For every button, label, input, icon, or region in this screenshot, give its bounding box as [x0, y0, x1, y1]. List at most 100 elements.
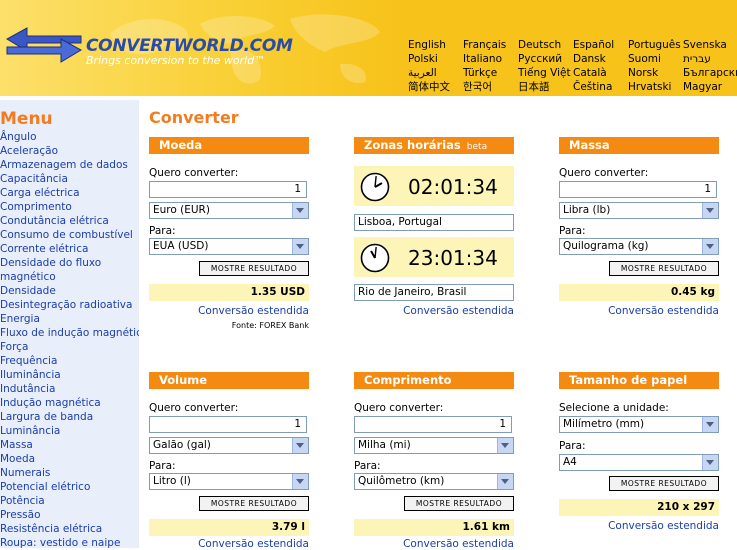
sidebar-menu-item[interactable]: Consumo de combustível [0, 228, 139, 242]
mass-amount-input[interactable]: 1 [559, 181, 717, 198]
language-link[interactable]: Português [628, 38, 681, 52]
length-from-select[interactable]: Milha (mi) [354, 437, 514, 454]
paper-unit-select[interactable]: Milímetro (mm) [559, 416, 719, 433]
length-extended-link[interactable]: Conversão estendida [403, 538, 514, 550]
language-link[interactable]: Polski [408, 52, 450, 66]
currency-from-select[interactable]: Euro (EUR) [149, 202, 309, 219]
sidebar-menu-item[interactable]: Indução magnética [0, 396, 139, 410]
time-zones-extended-link[interactable]: Conversão estendida [403, 305, 514, 317]
page-title: Converter [149, 108, 239, 127]
chevron-down-icon[interactable] [292, 438, 308, 453]
currency-amount-input[interactable]: 1 [149, 181, 307, 198]
language-link[interactable]: Español [573, 38, 614, 52]
sidebar-menu-item[interactable]: Condutância elétrica [0, 214, 139, 228]
language-link[interactable]: Hrvatski [628, 80, 681, 94]
mass-from-select[interactable]: Libra (lb) [559, 202, 719, 219]
sidebar-menu-item[interactable]: Potência [0, 494, 139, 508]
volume-extended-link[interactable]: Conversão estendida [198, 538, 309, 550]
sidebar-menu-item[interactable]: Armazenagem de dados [0, 158, 139, 172]
language-link[interactable]: Suomi [628, 52, 681, 66]
sidebar-menu-item[interactable]: Energia [0, 312, 139, 326]
sidebar-menu-item[interactable]: Força [0, 340, 139, 354]
language-link[interactable]: Български [683, 66, 737, 80]
volume-to-select[interactable]: Litro (l) [149, 473, 309, 490]
language-link[interactable]: 日本語 [518, 80, 571, 94]
volume-show-result-button[interactable]: MOSTRE RESULTADO [199, 496, 309, 511]
sidebar-menu-item[interactable]: Ângulo [0, 130, 139, 144]
language-link[interactable]: 한국어 [463, 80, 506, 94]
chevron-down-icon[interactable] [292, 239, 308, 254]
sidebar-menu-item[interactable]: Iluminância [0, 368, 139, 382]
chevron-down-icon[interactable] [497, 474, 513, 489]
language-link[interactable]: Català [573, 66, 614, 80]
language-link[interactable]: Norsk [628, 66, 681, 80]
language-link[interactable]: Čeština [573, 80, 614, 94]
sidebar-menu-item[interactable]: Largura de banda [0, 410, 139, 424]
language-column: Deutsch Русский Tiếng Việt 日本語 [518, 38, 571, 94]
language-link[interactable]: Türkçe [463, 66, 506, 80]
chevron-down-icon[interactable] [702, 417, 718, 432]
chevron-down-icon[interactable] [702, 455, 718, 470]
chevron-down-icon[interactable] [702, 239, 718, 254]
sidebar-menu-item[interactable]: Potencial elétrico [0, 480, 139, 494]
sidebar-menu-item[interactable]: Carga eléctrica [0, 186, 139, 200]
sidebar-menu-item[interactable]: magnético [0, 270, 139, 284]
language-link[interactable]: Русский [518, 52, 571, 66]
chevron-down-icon[interactable] [292, 203, 308, 218]
sidebar-menu-item[interactable]: Densidade [0, 284, 139, 298]
language-link[interactable]: Français [463, 38, 506, 52]
sidebar-menu-item[interactable]: Comprimento [0, 200, 139, 214]
sidebar-menu-item[interactable]: Pressão [0, 508, 139, 522]
language-link[interactable]: Italiano [463, 52, 506, 66]
currency-extended-link[interactable]: Conversão estendida [198, 305, 309, 317]
currency-show-result-button[interactable]: MOSTRE RESULTADO [199, 261, 309, 276]
sidebar-menu-item[interactable]: Desintegração radioativa [0, 298, 139, 312]
language-link[interactable]: 简体中文 [408, 80, 450, 94]
language-link[interactable]: Deutsch [518, 38, 571, 52]
paper-size-select[interactable]: A4 [559, 454, 719, 471]
mass-extended-link[interactable]: Conversão estendida [608, 305, 719, 317]
to-label: Para: [354, 460, 381, 472]
language-link[interactable]: English [408, 38, 450, 52]
length-to-select[interactable]: Quilômetro (km) [354, 473, 514, 490]
chevron-down-icon[interactable] [702, 203, 718, 218]
select-value: A4 [563, 456, 577, 468]
currency-to-select[interactable]: EUA (USD) [149, 238, 309, 255]
sidebar-menu-item[interactable]: Massa [0, 438, 139, 452]
language-column: English Polski العربية 简体中文 [408, 38, 450, 94]
sidebar-menu-item[interactable]: Frequência [0, 354, 139, 368]
logo-arrows-icon[interactable] [5, 26, 83, 64]
language-link[interactable]: Tiếng Việt [518, 66, 571, 80]
length-show-result-button[interactable]: MOSTRE RESULTADO [404, 496, 514, 511]
language-link[interactable]: Magyar [683, 80, 737, 94]
sidebar-menu-item[interactable]: Corrente elétrica [0, 242, 139, 256]
volume-amount-input[interactable]: 1 [149, 416, 307, 433]
clock-time: 23:01:34 [408, 246, 498, 270]
sidebar-menu-item[interactable]: Moeda [0, 452, 139, 466]
paper-extended-link[interactable]: Conversão estendida [608, 520, 719, 532]
sidebar-menu-item[interactable]: Roupa: vestido e naipe [0, 536, 139, 548]
mass-show-result-button[interactable]: MOSTRE RESULTADO [609, 261, 719, 276]
language-link[interactable]: العربية [408, 66, 450, 80]
menu-title: Menu [0, 109, 53, 129]
sidebar-menu-item[interactable]: Indutância [0, 382, 139, 396]
time-zones-title: Zonas horárias [364, 138, 461, 152]
paper-show-result-button[interactable]: MOSTRE RESULTADO [609, 476, 719, 491]
logo-wordmark[interactable]: CONVERTWORLD.COM [86, 36, 293, 56]
chevron-down-icon[interactable] [292, 474, 308, 489]
sidebar-menu-item[interactable]: Fluxo de indução magnética [0, 326, 139, 340]
volume-from-select[interactable]: Galão (gal) [149, 437, 309, 454]
sidebar-menu-item[interactable]: Capacitância [0, 172, 139, 186]
sidebar-menu-item[interactable]: Aceleração [0, 144, 139, 158]
sidebar-menu-item[interactable]: Luminância [0, 424, 139, 438]
language-link[interactable]: עברית [683, 52, 737, 66]
length-amount-input[interactable]: 1 [354, 416, 512, 433]
chevron-down-icon[interactable] [497, 438, 513, 453]
sidebar-menu: Menu Ângulo Aceleração Armazenagem de dado… [0, 100, 139, 548]
sidebar-menu-item[interactable]: Resistência elétrica [0, 522, 139, 536]
sidebar-menu-item[interactable]: Numerais [0, 466, 139, 480]
mass-to-select[interactable]: Quilograma (kg) [559, 238, 719, 255]
sidebar-menu-item[interactable]: Densidade do fluxo [0, 256, 139, 270]
language-link[interactable]: Dansk [573, 52, 614, 66]
language-link[interactable]: Svenska [683, 38, 737, 52]
